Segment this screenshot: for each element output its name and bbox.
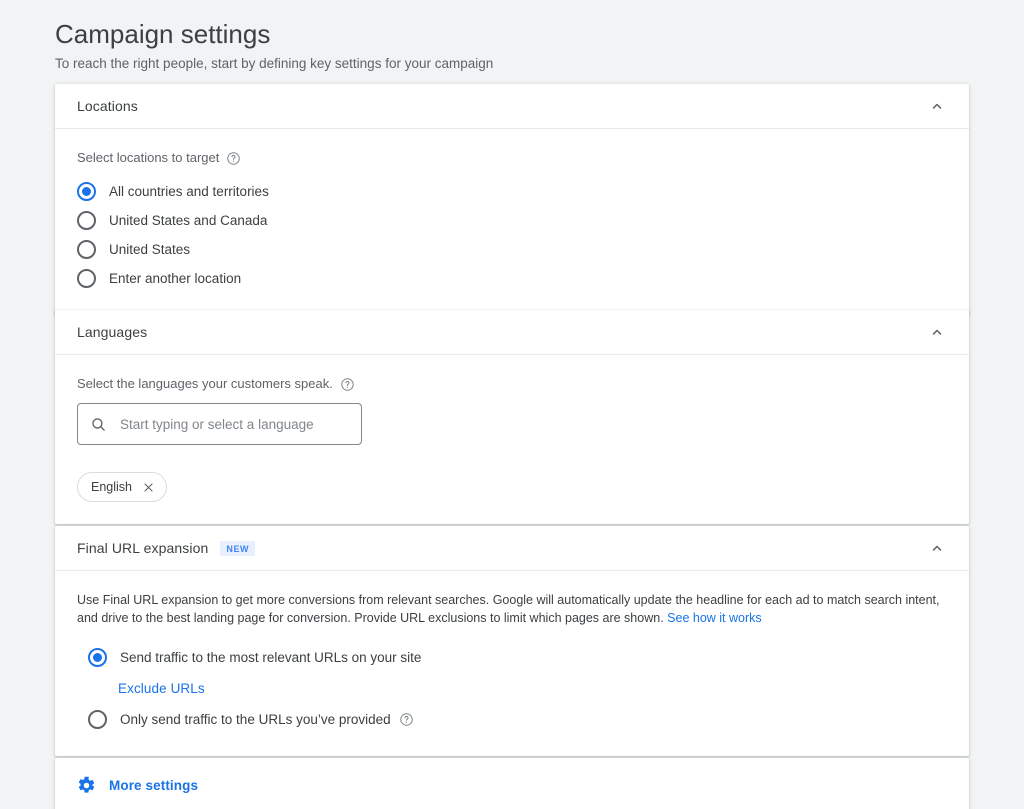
final-url-card-body: Use Final URL expansion to get more conv…: [55, 571, 969, 756]
locations-card: Locations Select locations to target: [55, 84, 969, 315]
chevron-up-icon[interactable]: [925, 536, 949, 560]
help-circle-icon[interactable]: [226, 151, 241, 166]
final-url-expansion-card: Final URL expansion NEW Use Final URL ex…: [55, 526, 969, 756]
close-icon[interactable]: [142, 481, 155, 494]
campaign-settings-page: Campaign settings To reach the right peo…: [0, 0, 1024, 809]
radio-us-canada[interactable]: [77, 211, 96, 230]
more-settings-card[interactable]: More settings: [55, 758, 969, 809]
languages-card-body: Select the languages your customers spea…: [55, 355, 969, 524]
languages-card: Languages Select the languages your cust…: [55, 310, 969, 524]
page-header: Campaign settings To reach the right peo…: [0, 0, 1024, 73]
location-option-all-countries[interactable]: All countries and territories: [77, 177, 947, 206]
locations-card-header[interactable]: Locations: [55, 84, 969, 129]
locations-field-label: Select locations to target: [77, 149, 219, 167]
language-chip-label: English: [91, 480, 132, 494]
page-title: Campaign settings: [55, 18, 1024, 50]
search-icon: [90, 416, 107, 433]
final-url-card-header[interactable]: Final URL expansion NEW: [55, 526, 969, 571]
help-circle-icon[interactable]: [399, 712, 414, 727]
final-url-description: Use Final URL expansion to get more conv…: [77, 591, 947, 627]
final-url-option-relevant-urls[interactable]: Send traffic to the most relevant URLs o…: [88, 643, 947, 672]
final-url-title-row: Final URL expansion NEW: [77, 540, 925, 556]
exclude-urls-link[interactable]: Exclude URLs: [118, 681, 205, 696]
final-url-card-title: Final URL expansion: [77, 540, 208, 556]
final-url-description-text: Use Final URL expansion to get more conv…: [77, 593, 940, 625]
more-settings-row[interactable]: More settings: [55, 758, 969, 809]
languages-card-header[interactable]: Languages: [55, 310, 969, 355]
language-search-box[interactable]: [77, 403, 362, 445]
radio-united-states[interactable]: [77, 240, 96, 259]
language-search-input[interactable]: [118, 416, 349, 433]
languages-field-label-row: Select the languages your customers spea…: [77, 375, 947, 393]
chevron-up-icon[interactable]: [925, 320, 949, 344]
page-subtitle: To reach the right people, start by defi…: [55, 55, 1024, 73]
help-circle-icon[interactable]: [340, 377, 355, 392]
gear-icon: [77, 776, 96, 795]
new-badge: NEW: [220, 541, 255, 556]
languages-field-label: Select the languages your customers spea…: [77, 375, 333, 393]
radio-relevant-urls[interactable]: [88, 648, 107, 667]
language-chip-english[interactable]: English: [77, 472, 167, 502]
locations-title-row: Locations: [77, 98, 925, 114]
final-url-option-provided-urls[interactable]: Only send traffic to the URLs you’ve pro…: [88, 705, 947, 734]
final-url-option-label: Send traffic to the most relevant URLs o…: [120, 649, 421, 667]
final-url-option-label: Only send traffic to the URLs you’ve pro…: [120, 711, 391, 729]
location-option-label: United States: [109, 241, 190, 259]
languages-title-row: Languages: [77, 324, 925, 340]
more-settings-label: More settings: [109, 778, 198, 793]
location-option-us-canada[interactable]: United States and Canada: [77, 206, 947, 235]
radio-provided-urls[interactable]: [88, 710, 107, 729]
locations-card-body: Select locations to target All countries…: [55, 129, 969, 315]
location-option-label: United States and Canada: [109, 212, 267, 230]
see-how-it-works-link[interactable]: See how it works: [667, 611, 761, 625]
locations-card-title: Locations: [77, 98, 138, 114]
location-option-united-states[interactable]: United States: [77, 235, 947, 264]
locations-field-label-row: Select locations to target: [77, 149, 947, 167]
radio-another-location[interactable]: [77, 269, 96, 288]
location-option-another-location[interactable]: Enter another location: [77, 264, 947, 293]
location-option-label: All countries and territories: [109, 183, 269, 201]
final-url-option-label-row: Only send traffic to the URLs you’ve pro…: [120, 711, 414, 729]
languages-card-title: Languages: [77, 324, 147, 340]
location-option-label: Enter another location: [109, 270, 241, 288]
radio-all-countries[interactable]: [77, 182, 96, 201]
chevron-up-icon[interactable]: [925, 94, 949, 118]
